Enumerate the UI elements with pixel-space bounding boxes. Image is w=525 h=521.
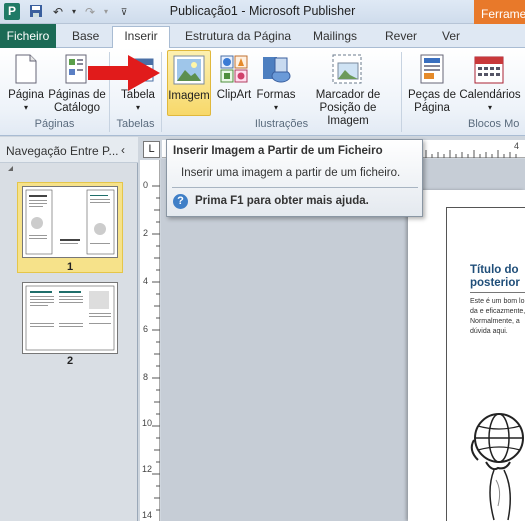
tab-ver[interactable]: Ver (434, 27, 468, 48)
page-parts-button[interactable]: Peças de Página (406, 52, 458, 114)
picture-placeholder-label-1: Marcador de (315, 89, 381, 101)
group-label-paginas: Páginas (34, 118, 75, 130)
group-label-ilustracoes: Ilustrações (254, 118, 309, 130)
tab-mailings[interactable]: Mailings (305, 27, 365, 48)
page-thumbnail-1-preview (25, 189, 115, 255)
v-ruler-label: 12 (142, 464, 153, 474)
tooltip-title: Inserir Imagem a Partir de um Ficheiro (173, 145, 383, 157)
page-dropdown-icon: ▾ (23, 103, 28, 112)
heading-rule (470, 292, 525, 293)
h-ruler-label: 4 (514, 141, 520, 151)
tab-estrutura-pagina[interactable]: Estrutura da Página (177, 27, 299, 48)
collapse-pane-icon[interactable]: ‹ (121, 143, 125, 157)
v-ruler-label: 6 (143, 324, 149, 334)
calendars-button[interactable]: Calendários ▾ (458, 52, 522, 114)
tooltip-description: Inserir uma imagem a partir de um fichei… (181, 167, 401, 179)
page-icon (15, 54, 37, 84)
page-thumbnail-2[interactable] (22, 282, 118, 354)
catalog-pages-icon (65, 54, 87, 84)
page-parts-icon (420, 54, 444, 84)
catalog-pages-label-2: Catálogo (53, 102, 101, 114)
shapes-icon (263, 57, 291, 83)
tooltip-help-text: Prima F1 para obter mais ajuda. (195, 195, 369, 207)
window-title: Publicação1 - Microsoft Publisher (169, 4, 356, 18)
document-heading-line-1: Título do (470, 264, 519, 276)
body-line-1: Este é um bom lo (470, 298, 525, 305)
group-label-tabelas: Tabelas (116, 118, 155, 130)
table-dropdown-icon: ▾ (135, 103, 140, 112)
document-body-text[interactable]: Este é um bom lo da e eficazmente, Norma… (470, 297, 525, 337)
page-button[interactable]: Página ▾ (6, 52, 46, 114)
page-thumbnail-2-number: 2 (66, 355, 74, 367)
help-icon: ? (173, 194, 188, 209)
tab-inserir[interactable]: Inserir (112, 26, 170, 48)
v-ruler-label: 2 (143, 228, 149, 238)
calendars-dropdown-icon: ▾ (487, 103, 492, 112)
shapes-dropdown-icon: ▾ (273, 103, 278, 112)
v-ruler-label: 8 (143, 372, 149, 382)
page-navigation-title: Navegação Entre P... (6, 144, 119, 158)
ruler-corner-tab-selector[interactable]: L (143, 141, 160, 158)
body-line-2: da e eficazmente, (470, 308, 525, 315)
clipart-button[interactable]: ClipArt (214, 52, 254, 114)
tab-rever[interactable]: Rever (377, 27, 425, 48)
insert-picture-label: Imagem (168, 90, 210, 102)
document-heading[interactable]: Título do posterior (470, 264, 520, 290)
tab-ficheiro[interactable]: Ficheiro (0, 24, 56, 48)
body-line-4: dúvida aqui. (470, 328, 508, 335)
picture-icon (173, 55, 205, 85)
body-line-3: Normalmente, a (470, 318, 520, 325)
group-separator (401, 52, 402, 132)
page-thumbnail-1-number: 1 (66, 261, 74, 273)
picture-placeholder-icon (332, 54, 362, 84)
v-ruler-label: 4 (143, 276, 149, 286)
shapes-button[interactable]: Formas ▾ (254, 52, 298, 114)
page-thumbnail-2-preview (25, 285, 115, 351)
red-arrow-icon (88, 55, 160, 91)
globe-figure-image[interactable] (464, 410, 525, 521)
clipart-icon (220, 55, 248, 83)
clipart-label: ClipArt (216, 89, 252, 101)
group-label-blocos: Blocos Mo (468, 118, 520, 130)
picture-placeholder-button[interactable]: Marcador de Posição de Imagem (298, 52, 398, 127)
insert-picture-button[interactable]: Imagem (167, 50, 211, 116)
document-heading-line-2: posterior (470, 277, 520, 289)
v-ruler-label: 10 (142, 418, 153, 428)
page-thumbnail-1[interactable] (22, 186, 118, 258)
v-ruler-label: 0 (143, 180, 149, 190)
tooltip-divider (172, 187, 418, 188)
tab-base[interactable]: Base (64, 27, 107, 48)
page-parts-label-1: Peças de (408, 89, 456, 101)
calendar-icon (474, 56, 504, 84)
expand-section-icon[interactable] (8, 166, 13, 171)
v-ruler-label: 14 (142, 510, 153, 520)
page-parts-label-2: Página (414, 102, 450, 114)
